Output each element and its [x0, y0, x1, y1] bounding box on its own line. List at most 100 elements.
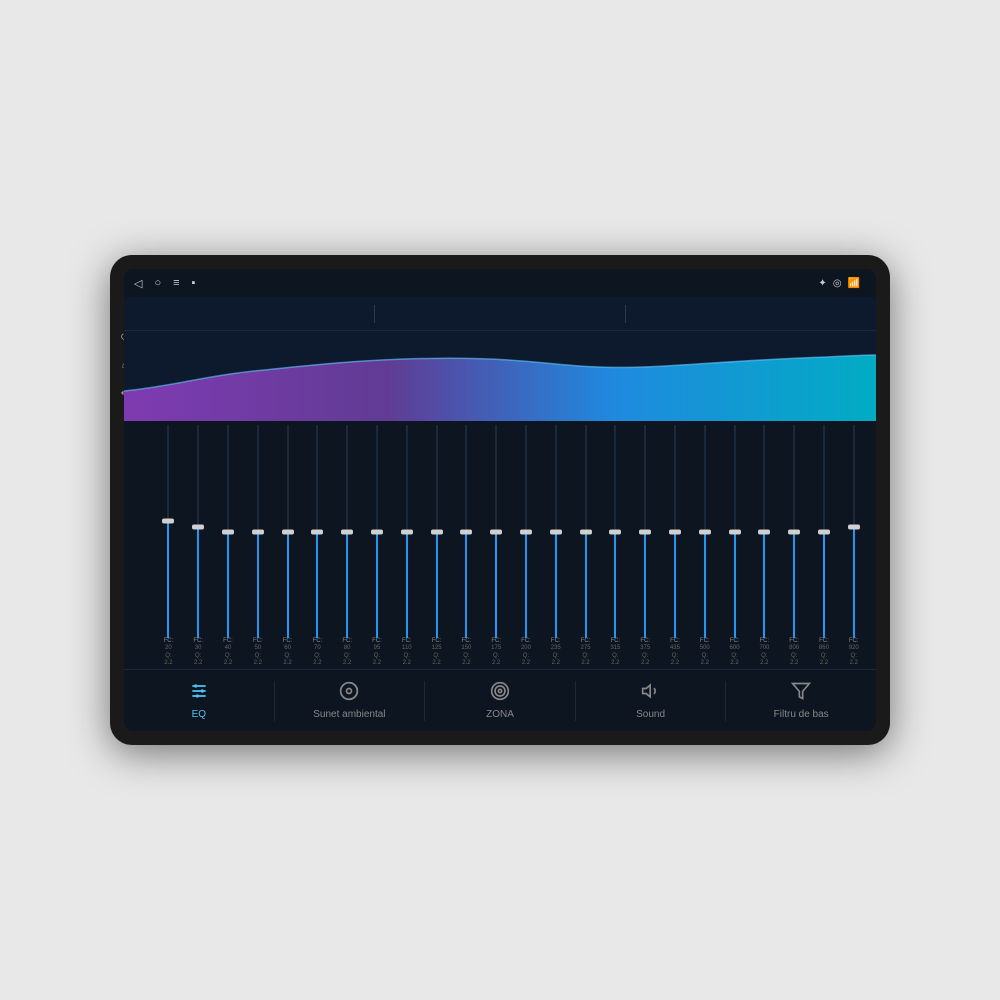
slider-col-70[interactable] — [303, 425, 332, 638]
status-bar: ◁ ○ ≡ ▪ ✦ ◎ 📶 — [124, 269, 876, 297]
slider-thumb-860[interactable] — [818, 529, 830, 534]
slider-fill-70 — [316, 532, 318, 639]
slider-col-150[interactable] — [452, 425, 481, 638]
slider-col-20[interactable] — [154, 425, 183, 638]
home-nav-icon[interactable]: ○ — [154, 277, 161, 289]
bottom-nav: EQ Sunet ambiental ZONASoundFiltru de bas — [124, 669, 876, 731]
slider-col-435[interactable] — [661, 425, 690, 638]
slider-thumb-235[interactable] — [550, 529, 562, 534]
slider-thumb-40[interactable] — [222, 529, 234, 534]
slider-fill-200 — [525, 532, 527, 639]
freq-label-125: FC:125Q:2.2 — [422, 638, 451, 667]
slider-col-125[interactable] — [422, 425, 451, 638]
slider-col-95[interactable] — [363, 425, 392, 638]
slider-thumb-150[interactable] — [460, 529, 472, 534]
slider-col-235[interactable] — [541, 425, 570, 638]
slider-col-110[interactable] — [392, 425, 421, 638]
slider-thumb-80[interactable] — [341, 529, 353, 534]
freq-label-110: FC:110Q:2.2 — [392, 638, 421, 667]
slider-thumb-375[interactable] — [639, 529, 651, 534]
nav-item-zona[interactable]: ZONA — [425, 675, 575, 726]
nav-label-1: Sunet ambiental — [313, 709, 385, 720]
bluetooth-icon: ✦ — [818, 278, 826, 289]
slider-track-30 — [197, 425, 199, 638]
freq-labels-row: FC:20Q:2.2FC:30Q:2.2FC:40Q:2.2FC:50Q:2.2… — [154, 638, 868, 667]
mode-divider-2 — [625, 305, 626, 323]
slider-track-800 — [793, 425, 795, 638]
slider-fill-125 — [436, 532, 438, 639]
slider-fill-275 — [585, 532, 587, 639]
slider-track-700 — [763, 425, 765, 638]
freq-label-175: FC:175Q:2.2 — [482, 638, 511, 667]
slider-thumb-110[interactable] — [401, 529, 413, 534]
nav-item-filtru-de bas[interactable]: Filtru de bas — [726, 675, 876, 726]
slider-track-920 — [853, 425, 855, 638]
slider-track-860 — [823, 425, 825, 638]
slider-col-60[interactable] — [273, 425, 302, 638]
slider-thumb-125[interactable] — [431, 529, 443, 534]
slider-col-275[interactable] — [571, 425, 600, 638]
slider-thumb-50[interactable] — [252, 529, 264, 534]
slider-fill-20 — [167, 521, 169, 638]
slider-track-125 — [436, 425, 438, 638]
slider-thumb-435[interactable] — [669, 529, 681, 534]
slider-thumb-315[interactable] — [609, 529, 621, 534]
location-icon: ◎ — [833, 278, 842, 289]
slider-col-175[interactable] — [482, 425, 511, 638]
slider-thumb-200[interactable] — [520, 529, 532, 534]
slider-track-375 — [644, 425, 646, 638]
slider-col-375[interactable] — [631, 425, 660, 638]
slider-track-315 — [614, 425, 616, 638]
slider-col-30[interactable] — [184, 425, 213, 638]
slider-thumb-30[interactable] — [192, 525, 204, 530]
slider-col-860[interactable] — [810, 425, 839, 638]
sliders-row — [154, 425, 868, 638]
slider-col-800[interactable] — [780, 425, 809, 638]
screen: ◁ ○ ≡ ▪ ✦ ◎ 📶 — [124, 269, 876, 731]
slider-col-80[interactable] — [333, 425, 362, 638]
slider-thumb-800[interactable] — [788, 529, 800, 534]
freq-label-200: FC:200Q:2.2 — [512, 638, 541, 667]
slider-thumb-700[interactable] — [758, 529, 770, 534]
menu-nav-icon[interactable]: ≡ — [173, 277, 179, 289]
slider-thumb-175[interactable] — [490, 529, 502, 534]
eq-sliders-area: FC:20Q:2.2FC:30Q:2.2FC:40Q:2.2FC:50Q:2.2… — [124, 421, 876, 669]
freq-label-500: FC:500Q:2.2 — [690, 638, 719, 667]
freq-label-30: FC:30Q:2.2 — [184, 638, 213, 667]
slider-thumb-920[interactable] — [848, 525, 860, 530]
slider-track-40 — [227, 425, 229, 638]
slider-thumb-275[interactable] — [580, 529, 592, 534]
status-right: ✦ ◎ 📶 — [818, 278, 866, 289]
nav-icon-filter — [791, 681, 811, 706]
mode-divider-1 — [374, 305, 375, 323]
slider-thumb-60[interactable] — [282, 529, 294, 534]
slider-thumb-500[interactable] — [699, 529, 711, 534]
slider-col-600[interactable] — [720, 425, 749, 638]
freq-label-920: FC:920Q:2.2 — [839, 638, 868, 667]
slider-thumb-600[interactable] — [729, 529, 741, 534]
slider-col-700[interactable] — [750, 425, 779, 638]
mode-bar — [124, 297, 876, 331]
slider-fill-60 — [287, 532, 289, 639]
nav-item-eq[interactable]: EQ — [124, 675, 274, 726]
back-nav-icon[interactable]: ◁ — [134, 277, 142, 290]
slider-col-500[interactable] — [690, 425, 719, 638]
recent-nav-icon[interactable]: ▪ — [192, 277, 196, 289]
slider-col-315[interactable] — [601, 425, 630, 638]
slider-col-200[interactable] — [512, 425, 541, 638]
slider-fill-30 — [197, 527, 199, 638]
slider-fill-375 — [644, 532, 646, 639]
slider-thumb-95[interactable] — [371, 529, 383, 534]
slider-col-50[interactable] — [243, 425, 272, 638]
slider-col-920[interactable] — [839, 425, 868, 638]
nav-item-sound[interactable]: Sound — [576, 675, 726, 726]
slider-thumb-20[interactable] — [162, 518, 174, 523]
slider-col-40[interactable] — [214, 425, 243, 638]
freq-label-80: FC:80Q:2.2 — [333, 638, 362, 667]
slider-thumb-70[interactable] — [311, 529, 323, 534]
wifi-icon: 📶 — [848, 278, 860, 289]
slider-track-435 — [674, 425, 676, 638]
slider-fill-40 — [227, 532, 229, 639]
nav-item-sunet-ambiental[interactable]: Sunet ambiental — [275, 675, 425, 726]
slider-fill-235 — [555, 532, 557, 639]
